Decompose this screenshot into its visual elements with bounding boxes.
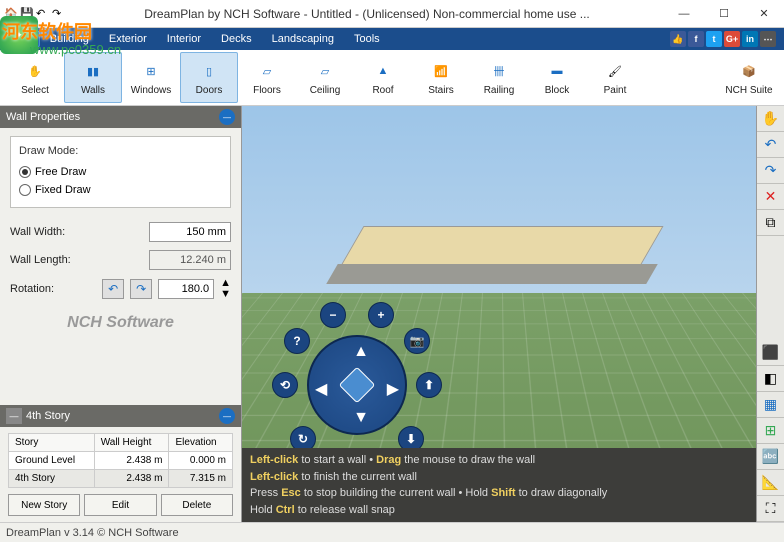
- story-table: StoryWall HeightElevation Ground Level2.…: [8, 433, 233, 488]
- view-iso-icon[interactable]: ◧: [757, 366, 784, 392]
- tool-walls[interactable]: ▮▮Walls: [64, 52, 122, 103]
- sidebar: Wall Properties — Draw Mode: Free Draw F…: [0, 106, 242, 522]
- window-title: DreamPlan by NCH Software - Untitled - (…: [70, 7, 664, 21]
- tool-doors[interactable]: ▯Doors: [180, 52, 238, 103]
- tool-paint[interactable]: 🖌Paint: [586, 52, 644, 103]
- nav-pan-left[interactable]: ◀: [315, 379, 327, 399]
- col-elevation[interactable]: Elevation: [169, 434, 233, 452]
- twitter-icon[interactable]: t: [706, 31, 722, 47]
- delete-tool-icon[interactable]: ✕: [757, 184, 784, 210]
- wall-properties-header[interactable]: Wall Properties —: [0, 106, 241, 128]
- right-toolbar: ✋ ↶ ↷ ✕ ⧉ ⬛ ◧ ▦ ⊞ 🔤 📐 ⛶: [756, 106, 784, 522]
- draw-mode-group: Draw Mode: Free Draw Fixed Draw: [10, 136, 231, 208]
- tool-floors[interactable]: ▱Floors: [238, 52, 296, 103]
- measure-icon[interactable]: 📐: [757, 470, 784, 496]
- rotate-ccw-button[interactable]: ↶: [102, 279, 124, 299]
- panel-title: Wall Properties: [6, 111, 80, 123]
- zoom-fit-icon[interactable]: ⛶: [757, 496, 784, 522]
- draw-mode-label: Draw Mode:: [19, 145, 222, 157]
- story-collapse-icon[interactable]: —: [219, 408, 235, 424]
- nav-up-arrow-button[interactable]: ⬆: [416, 372, 442, 398]
- delete-story-button[interactable]: Delete: [161, 494, 233, 516]
- menu-landscaping[interactable]: Landscaping: [262, 31, 344, 47]
- tool-nch-suite[interactable]: 📦NCH Suite: [720, 52, 778, 103]
- nav-pan-down[interactable]: ▼: [353, 409, 369, 427]
- wall-length-input: [149, 250, 231, 270]
- table-row[interactable]: 4th Story2.438 m7.315 m: [9, 470, 233, 488]
- status-text: DreamPlan v 3.14 © NCH Software: [6, 527, 179, 539]
- tool-roof[interactable]: ▲Roof: [354, 52, 412, 103]
- nch-logo: NCH Software: [10, 304, 231, 342]
- gplus-icon[interactable]: G+: [724, 31, 740, 47]
- nav-minus-button[interactable]: −: [320, 302, 346, 328]
- radio-fixed-draw[interactable]: Fixed Draw: [19, 181, 222, 199]
- rotation-down[interactable]: ▼: [220, 289, 231, 300]
- nav-help-button[interactable]: ?: [284, 328, 310, 354]
- story-panel-header[interactable]: — 4th Story —: [0, 405, 241, 427]
- table-row[interactable]: Ground Level2.438 m0.000 m: [9, 452, 233, 470]
- redo-tool-icon[interactable]: ↷: [757, 158, 784, 184]
- watermark-url: www.pc0359.cn: [30, 42, 121, 57]
- wall-width-input[interactable]: [149, 222, 231, 242]
- toolbar: ✋Select ▮▮Walls ⊞Windows ▯Doors ▱Floors …: [0, 50, 784, 106]
- nav-plus-button[interactable]: +: [368, 302, 394, 328]
- watermark-text: 河东软件园: [2, 18, 92, 44]
- menu-decks[interactable]: Decks: [211, 31, 262, 47]
- minimize-button[interactable]: —: [664, 0, 704, 28]
- nav-ring[interactable]: ▲ ▼ ◀ ▶: [307, 335, 407, 435]
- menu-interior[interactable]: Interior: [157, 31, 211, 47]
- wall-width-label: Wall Width:: [10, 226, 143, 238]
- wall-length-label: Wall Length:: [10, 254, 143, 266]
- like-icon[interactable]: 👍: [670, 31, 686, 47]
- col-story[interactable]: Story: [9, 434, 95, 452]
- undo-tool-icon[interactable]: ↶: [757, 132, 784, 158]
- view-3d-icon[interactable]: ⬛: [757, 340, 784, 366]
- story-title: 4th Story: [26, 410, 70, 422]
- viewport-3d[interactable]: − + ? 📷 ⟲ ⬆ ↻ ⬇ ▲ ▼ ◀ ▶ Left-click to st…: [242, 106, 756, 522]
- expand-icon[interactable]: —: [6, 408, 22, 424]
- tool-select[interactable]: ✋Select: [6, 52, 64, 103]
- tool-ceiling[interactable]: ▱Ceiling: [296, 52, 354, 103]
- grid-toggle-icon[interactable]: ⊞: [757, 418, 784, 444]
- facebook-icon[interactable]: f: [688, 31, 704, 47]
- new-story-button[interactable]: New Story: [8, 494, 80, 516]
- maximize-button[interactable]: ☐: [704, 0, 744, 28]
- radio-free-draw[interactable]: Free Draw: [19, 163, 222, 181]
- nav-orbit-button[interactable]: ⟲: [272, 372, 298, 398]
- floor-slab: [322, 226, 662, 306]
- linkedin-icon[interactable]: in: [742, 31, 758, 47]
- tool-stairs[interactable]: 📶Stairs: [412, 52, 470, 103]
- navigation-widget: − + ? 📷 ⟲ ⬆ ↻ ⬇ ▲ ▼ ◀ ▶: [272, 300, 442, 470]
- view-2d-icon[interactable]: ▦: [757, 392, 784, 418]
- pan-tool-icon[interactable]: ✋: [757, 106, 784, 132]
- rotate-cw-button[interactable]: ↷: [130, 279, 152, 299]
- close-button[interactable]: ✕: [744, 0, 784, 28]
- labels-icon[interactable]: 🔤: [757, 444, 784, 470]
- copy-tool-icon[interactable]: ⧉: [757, 210, 784, 236]
- share-icon[interactable]: ⋯: [760, 31, 776, 47]
- collapse-icon[interactable]: —: [219, 109, 235, 125]
- col-wall-height[interactable]: Wall Height: [94, 434, 169, 452]
- statusbar: DreamPlan v 3.14 © NCH Software: [0, 522, 784, 542]
- tool-block[interactable]: ▬Block: [528, 52, 586, 103]
- hint-bar: Left-click to start a wall • Drag the mo…: [242, 448, 756, 522]
- tool-railing[interactable]: 卌Railing: [470, 52, 528, 103]
- nav-pan-up[interactable]: ▲: [353, 343, 369, 361]
- titlebar: 🏠 💾 ↶ ↷ DreamPlan by NCH Software - Unti…: [0, 0, 784, 28]
- nav-camera-button[interactable]: 📷: [404, 328, 430, 354]
- menu-tools[interactable]: Tools: [344, 31, 390, 47]
- rotation-label: Rotation:: [10, 283, 96, 295]
- nav-pan-right[interactable]: ▶: [387, 379, 399, 399]
- rotation-input[interactable]: [158, 279, 214, 299]
- nav-center-button[interactable]: [339, 367, 376, 404]
- edit-story-button[interactable]: Edit: [84, 494, 156, 516]
- tool-windows[interactable]: ⊞Windows: [122, 52, 180, 103]
